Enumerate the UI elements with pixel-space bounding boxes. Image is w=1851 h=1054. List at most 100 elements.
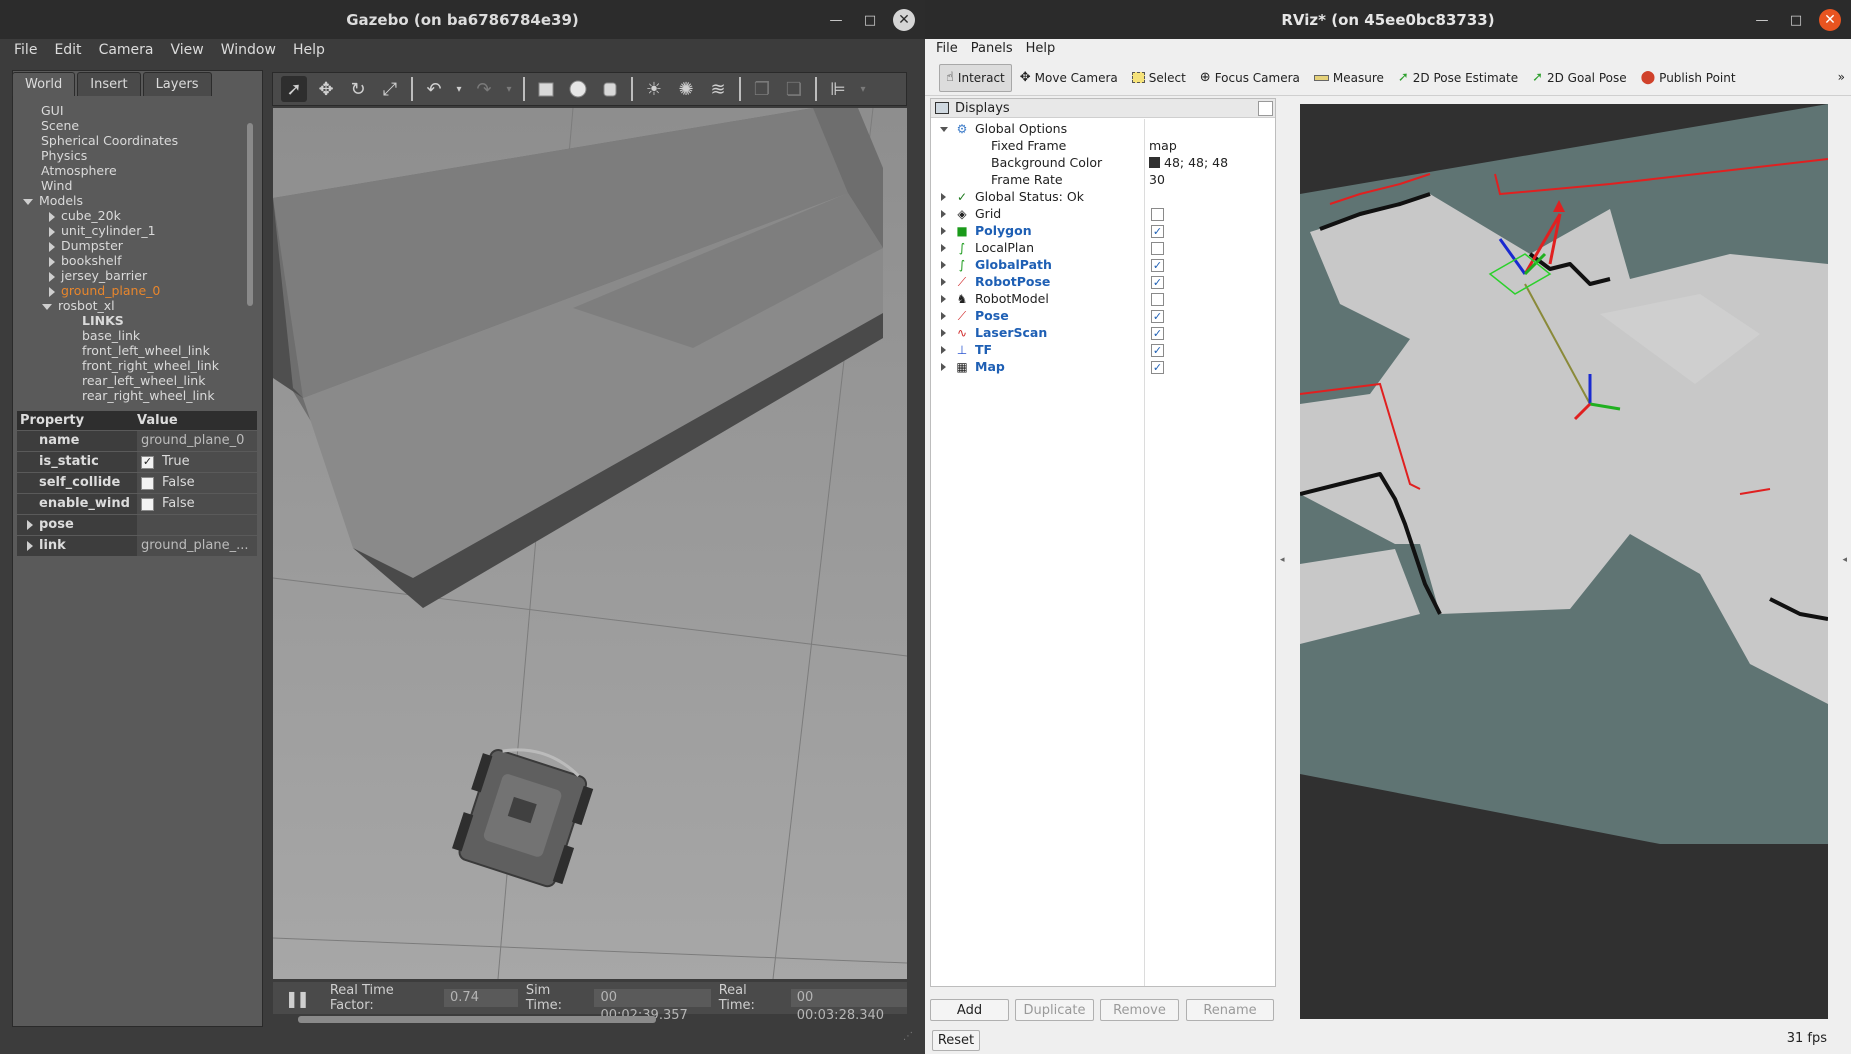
globalpath-checkbox[interactable]: ✓ [1151,259,1164,272]
rotate-icon[interactable]: ↻ [345,76,371,102]
align-icon[interactable]: ⊫ [825,76,851,102]
expand-icon[interactable] [27,519,33,530]
tool-move-camera[interactable]: ✥ Move Camera [1014,64,1124,92]
reset-button[interactable]: Reset [932,1030,980,1051]
tool-2d-pose-estimate[interactable]: ➚ 2D Pose Estimate [1392,64,1524,92]
is-static-checkbox[interactable]: ✓ [141,455,154,469]
collapse-icon[interactable] [49,226,55,237]
tree-item-model[interactable]: jersey_barrier [49,268,147,283]
display-pose[interactable]: ⟋ Pose ✓ [931,307,1275,325]
tree-item-gui[interactable]: GUI [41,103,64,118]
gazebo-3d-viewport[interactable] [273,108,907,979]
paste-icon[interactable]: ❏ [781,76,807,102]
tree-item-spherical[interactable]: Spherical Coordinates [41,133,178,148]
collapse-icon[interactable] [941,312,946,320]
menu-edit[interactable]: Edit [54,42,81,58]
grid-checkbox[interactable] [1151,208,1164,221]
tree-item-link[interactable]: front_right_wheel_link [82,358,219,373]
undo-icon[interactable]: ↶ [421,76,447,102]
robotpose-checkbox[interactable]: ✓ [1151,276,1164,289]
collapse-icon[interactable] [941,244,946,252]
spot-light-icon[interactable]: ✺ [673,76,699,102]
pose-checkbox[interactable]: ✓ [1151,310,1164,323]
maximize-icon[interactable]: □ [1785,9,1807,31]
expand-icon[interactable] [23,198,33,205]
tf-checkbox[interactable]: ✓ [1151,344,1164,357]
display-laserscan[interactable]: ∿ LaserScan ✓ [931,324,1275,342]
collapse-icon[interactable] [941,227,946,235]
cylinder-shape-icon[interactable] [597,76,623,102]
directional-light-icon[interactable]: ≋ [705,76,731,102]
maximize-icon[interactable]: □ [859,9,881,31]
select-arrow-icon[interactable]: ➚ [281,76,307,102]
display-map[interactable]: ▦ Map ✓ [931,358,1275,376]
display-tf[interactable]: ⊥ TF ✓ [931,341,1275,359]
collapse-icon[interactable] [941,210,946,218]
property-row-pose[interactable]: pose [17,515,257,535]
polygon-checkbox[interactable]: ✓ [1151,225,1164,238]
size-grip-icon[interactable]: ⋰ [903,1031,913,1042]
collapse-icon[interactable] [49,211,55,222]
box-shape-icon[interactable] [533,76,559,102]
copy-icon[interactable]: ❐ [749,76,775,102]
display-global-options[interactable]: ⚙ Global Options [931,120,1275,138]
menu-file[interactable]: File [936,41,958,56]
tree-item-models[interactable]: Models [23,193,83,208]
align-dropdown-icon[interactable]: ▾ [857,76,869,102]
menu-camera[interactable]: Camera [99,42,154,58]
pause-icon[interactable]: ❚❚ [285,989,310,1008]
tab-layers[interactable]: Layers [142,72,212,96]
tree-item-model[interactable]: unit_cylinder_1 [49,223,156,238]
background-color-value[interactable]: 48; 48; 48 [1149,154,1228,172]
tree-item-link[interactable]: rear_left_wheel_link [82,373,205,388]
display-global-status[interactable]: ✓ Global Status: Ok [931,188,1275,206]
fixed-frame-value[interactable]: map [1149,137,1177,155]
tree-item-model[interactable]: rosbot_xl [42,298,115,313]
collapse-icon[interactable] [941,278,946,286]
property-row-link[interactable]: link ground_plane_... [17,536,257,556]
redo-dropdown-icon[interactable]: ▾ [503,76,515,102]
rviz-3d-view[interactable] [1300,104,1828,1019]
tree-scrollbar[interactable] [247,123,253,306]
undo-dropdown-icon[interactable]: ▾ [453,76,465,102]
collapse-icon[interactable] [941,193,946,201]
display-localplan[interactable]: ∫ LocalPlan [931,239,1275,257]
display-robotpose[interactable]: ⟋ RobotPose ✓ [931,273,1275,291]
robotmodel-checkbox[interactable] [1151,293,1164,306]
add-button[interactable]: Add [930,999,1009,1021]
tab-world[interactable]: World [12,72,76,96]
menu-window[interactable]: Window [221,42,276,58]
tab-insert[interactable]: Insert [77,72,141,96]
toolbar-overflow-icon[interactable]: » [1838,70,1845,84]
collapse-icon[interactable] [49,286,55,297]
tree-item-link[interactable]: base_link [82,328,140,343]
menu-view[interactable]: View [171,42,204,58]
collapse-icon[interactable] [941,295,946,303]
minimize-icon[interactable]: — [825,9,847,31]
expand-icon[interactable] [42,303,52,310]
frame-rate-row[interactable]: Frame Rate 30 [931,171,1275,189]
sphere-shape-icon[interactable] [565,76,591,102]
close-icon[interactable]: ✕ [1819,9,1841,31]
tree-item-scene[interactable]: Scene [41,118,79,133]
collapse-right-icon[interactable]: ◂ [1842,555,1847,565]
tree-item-link[interactable]: front_left_wheel_link [82,343,210,358]
tool-measure[interactable]: Measure [1308,64,1390,92]
display-grid[interactable]: ◈ Grid [931,205,1275,223]
enable-wind-checkbox[interactable] [141,497,154,511]
collapse-icon[interactable] [941,363,946,371]
collapse-icon[interactable] [941,346,946,354]
expand-icon[interactable] [27,540,33,551]
redo-icon[interactable]: ↷ [471,76,497,102]
menu-file[interactable]: File [14,42,37,58]
localplan-checkbox[interactable] [1151,242,1164,255]
map-checkbox[interactable]: ✓ [1151,361,1164,374]
tree-item-model[interactable]: cube_20k [49,208,121,223]
laserscan-checkbox[interactable]: ✓ [1151,327,1164,340]
remove-button[interactable]: Remove [1100,999,1179,1021]
minimize-icon[interactable]: — [1751,9,1773,31]
translate-icon[interactable]: ✥ [313,76,339,102]
collapse-icon[interactable] [49,241,55,252]
tree-item-model-selected[interactable]: ground_plane_0 [49,283,160,298]
collapse-icon[interactable] [941,329,946,337]
